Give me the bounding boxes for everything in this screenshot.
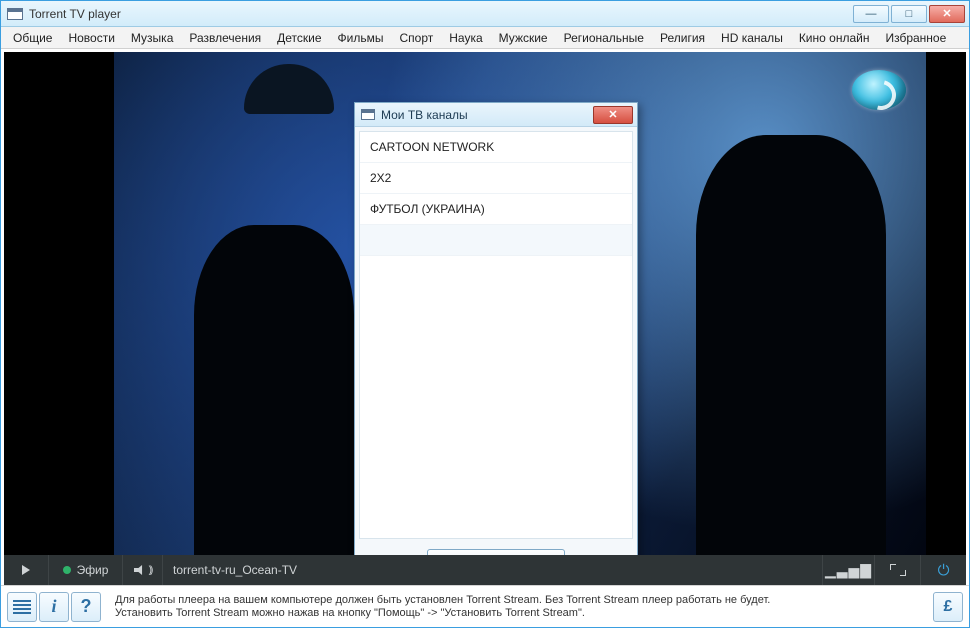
help-button[interactable]: ? xyxy=(71,592,101,622)
dialog-app-icon xyxy=(361,109,375,120)
dialog-channel-list[interactable]: CARTOON NETWORK2X2ФУТБОЛ (УКРАИНА) xyxy=(359,131,633,539)
titlebar: Torrent TV player — □ ✕ xyxy=(1,1,969,27)
player-controls: Эфир )) torrent-tv-ru_Ocean-TV ▁▃▅▇ ⏻ xyxy=(4,555,966,585)
speaker-icon xyxy=(134,565,146,575)
live-indicator[interactable]: Эфир xyxy=(48,555,122,585)
dialog-titlebar: Мои ТВ каналы ✕ xyxy=(355,103,637,127)
live-label: Эфир xyxy=(77,563,109,577)
menu-item[interactable]: Новости xyxy=(62,29,120,47)
fullscreen-icon xyxy=(890,564,906,576)
menu-item[interactable]: Развлечения xyxy=(183,29,267,47)
app-window: Torrent TV player — □ ✕ ОбщиеНовости Музы… xyxy=(0,0,970,628)
close-button[interactable]: ✕ xyxy=(929,5,965,23)
maximize-button[interactable]: □ xyxy=(891,5,927,23)
menu-item[interactable]: Региональные xyxy=(558,29,650,47)
currency-button[interactable]: £ xyxy=(933,592,963,622)
my-channels-dialog: Мои ТВ каналы ✕ CARTOON NETWORK2X2ФУТБОЛ… xyxy=(354,102,638,555)
volume-button[interactable]: )) xyxy=(122,555,162,585)
minimize-button[interactable]: — xyxy=(853,5,889,23)
dialog-title: Мои ТВ каналы xyxy=(381,108,468,122)
menu-item[interactable]: Музыка xyxy=(125,29,179,47)
menu-item[interactable]: HD каналы xyxy=(715,29,789,47)
menu-item[interactable]: Общие xyxy=(7,29,58,47)
stage-wrap: Мои ТВ каналы ✕ CARTOON NETWORK2X2ФУТБОЛ… xyxy=(1,49,969,585)
status-text: Для работы плеера на вашем компьютере до… xyxy=(103,594,931,620)
statusbar: i ? Для работы плеера на вашем компьютер… xyxy=(1,585,969,627)
menu-item[interactable]: Кино онлайн xyxy=(793,29,876,47)
playlist-button[interactable] xyxy=(7,592,37,622)
power-button[interactable]: ⏻ xyxy=(920,555,966,585)
status-line-1: Для работы плеера на вашем компьютере до… xyxy=(115,594,919,607)
fullscreen-button[interactable] xyxy=(874,555,920,585)
menubar: ОбщиеНовости МузыкаРазвлеченияДетские Филь… xyxy=(1,27,969,49)
channel-list-item[interactable]: ФУТБОЛ (УКРАИНА) xyxy=(360,194,632,225)
dialog-footer: Удалить ТВ канал xyxy=(355,543,637,555)
status-line-2: Установить Torrent Stream можно нажав на… xyxy=(115,607,919,620)
menu-item[interactable]: Религия xyxy=(654,29,711,47)
channel-logo-icon xyxy=(852,70,906,110)
dialog-close-button[interactable]: ✕ xyxy=(593,106,633,124)
menu-item[interactable]: Избранное xyxy=(879,29,952,47)
channel-list-item[interactable]: CARTOON NETWORK xyxy=(360,132,632,163)
delete-channel-button[interactable]: Удалить ТВ канал xyxy=(427,549,565,555)
menu-item[interactable]: Наука xyxy=(443,29,488,47)
stream-name-label: torrent-tv-ru_Ocean-TV xyxy=(162,555,307,585)
channel-list-item[interactable]: 2X2 xyxy=(360,163,632,194)
menu-item[interactable]: Мужские xyxy=(493,29,554,47)
menu-item[interactable]: Детские xyxy=(271,29,327,47)
channel-list-item-empty xyxy=(360,225,632,256)
live-dot-icon xyxy=(63,566,71,574)
signal-indicator: ▁▃▅▇ xyxy=(822,555,874,585)
video-stage[interactable]: Мои ТВ каналы ✕ CARTOON NETWORK2X2ФУТБОЛ… xyxy=(4,52,966,555)
menu-item[interactable]: Спорт xyxy=(394,29,440,47)
window-title: Torrent TV player xyxy=(29,7,121,21)
info-button[interactable]: i xyxy=(39,592,69,622)
app-icon xyxy=(7,8,23,20)
menu-item[interactable]: Фильмы xyxy=(332,29,390,47)
play-button[interactable] xyxy=(4,555,48,585)
